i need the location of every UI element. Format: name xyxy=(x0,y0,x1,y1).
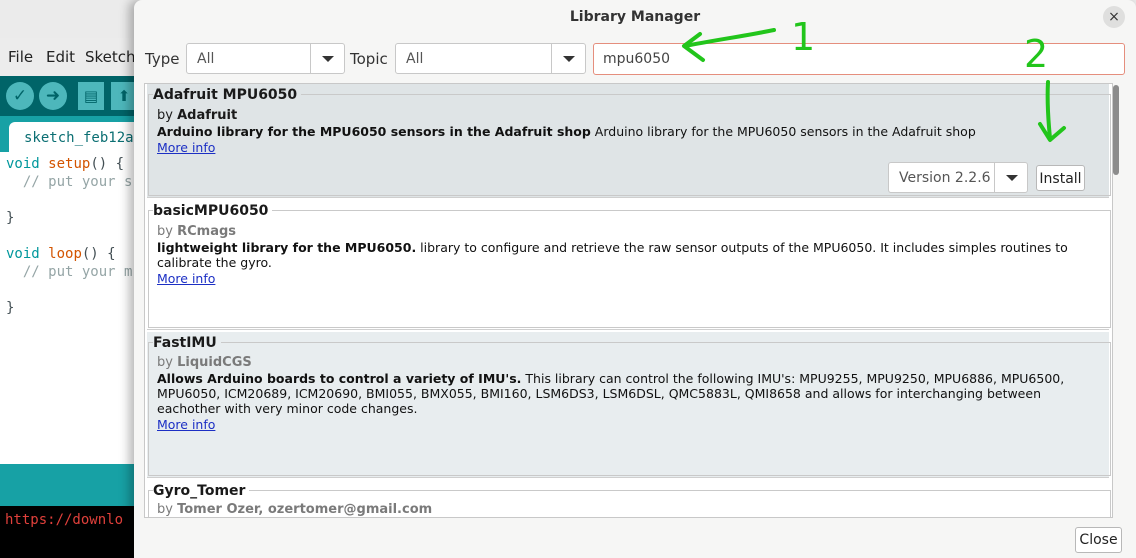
list-item[interactable]: FastIMU by LiquidCGS Allows Arduino boar… xyxy=(147,332,1111,478)
code-line: } xyxy=(6,300,15,316)
library-list: Adafruit MPU6050 by Adafruit Arduino lib… xyxy=(144,83,1113,518)
topic-select-value: All xyxy=(406,51,424,67)
library-author: by RCmags xyxy=(157,224,237,239)
library-name: Gyro_Tomer xyxy=(153,483,250,499)
library-manager-dialog: Library Manager × Type All Topic All Ada… xyxy=(134,0,1136,558)
library-author: by LiquidCGS xyxy=(157,355,252,370)
code-line: // put your m xyxy=(6,264,133,280)
topic-select[interactable]: All xyxy=(395,43,586,74)
code-line: } xyxy=(6,210,15,226)
version-select-value: Version 2.2.6 xyxy=(899,170,991,186)
type-select[interactable]: All xyxy=(186,43,345,74)
console-text: https://downlo xyxy=(5,512,124,528)
menu-file[interactable]: File xyxy=(8,48,33,66)
topic-label: Topic xyxy=(350,50,388,68)
library-description: lightweight library for the MPU6050. lib… xyxy=(157,240,1068,270)
type-label: Type xyxy=(145,50,180,68)
library-name: Adafruit MPU6050 xyxy=(153,87,302,103)
dialog-title: Library Manager xyxy=(569,9,701,25)
chevron-down-icon xyxy=(1006,175,1018,181)
list-item[interactable]: basicMPU6050 by RCmags lightweight libra… xyxy=(147,200,1111,330)
install-button[interactable]: Install xyxy=(1036,165,1085,191)
library-author: by Adafruit xyxy=(157,108,238,123)
chevron-down-icon xyxy=(322,56,334,62)
menu-edit[interactable]: Edit xyxy=(46,48,75,66)
library-description: Arduino library for the MPU6050 sensors … xyxy=(157,124,976,139)
more-info-link[interactable]: More info xyxy=(157,140,215,155)
library-description: Allows Arduino boards to control a varie… xyxy=(157,371,1065,416)
topic-dropdown-button[interactable] xyxy=(551,44,585,73)
upload-icon[interactable]: ➜ xyxy=(39,82,67,110)
library-author: by Tomer Ozer, ozertomer@gmail.com xyxy=(157,502,433,517)
library-name: basicMPU6050 xyxy=(153,203,273,219)
code-line: void loop() { xyxy=(6,246,116,262)
close-icon[interactable]: × xyxy=(1103,6,1125,28)
close-button[interactable]: Close xyxy=(1075,527,1122,553)
chevron-down-icon xyxy=(563,56,575,62)
type-select-value: All xyxy=(197,51,215,67)
list-scrollbar[interactable] xyxy=(1113,85,1119,175)
library-name: FastIMU xyxy=(153,335,221,351)
version-dropdown-button[interactable] xyxy=(994,163,1027,192)
new-sketch-icon[interactable]: ▤ xyxy=(78,82,104,110)
more-info-link[interactable]: More info xyxy=(157,271,215,286)
type-dropdown-button[interactable] xyxy=(310,44,344,73)
version-select[interactable]: Version 2.2.6 xyxy=(888,162,1028,193)
search-input[interactable] xyxy=(593,43,1125,75)
list-item[interactable]: Adafruit MPU6050 by Adafruit Arduino lib… xyxy=(147,84,1111,198)
code-line: void setup() { xyxy=(6,156,125,172)
more-info-link[interactable]: More info xyxy=(157,417,215,432)
verify-icon[interactable]: ✓ xyxy=(6,82,34,110)
code-line: // put your s xyxy=(6,174,133,190)
list-item[interactable]: Gyro_Tomer by Tomer Ozer, ozertomer@gmai… xyxy=(147,480,1111,517)
menu-sketch[interactable]: Sketch xyxy=(85,48,136,66)
